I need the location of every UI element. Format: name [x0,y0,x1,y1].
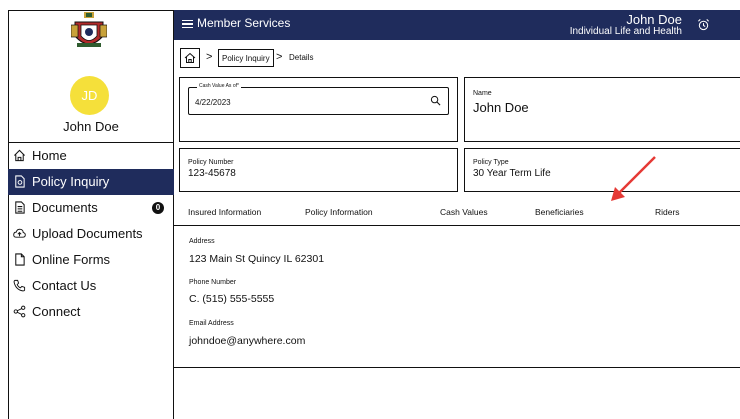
sidebar-item-label: Online Forms [32,252,111,267]
annotation-arrow [611,156,656,201]
sidebar-user-name: John Doe [63,119,119,134]
sidebar-item-contact-us[interactable]: Contact Us [8,273,174,299]
sidebar-item-online-forms[interactable]: Online Forms [8,247,174,273]
sidebar-item-upload-documents[interactable]: Upload Documents [8,221,174,247]
name-card: Name John Doe [464,77,740,142]
sidebar-item-label: Connect [32,304,81,319]
tab-beneficiaries[interactable]: Beneficiaries [535,207,584,217]
home-icon [184,52,196,63]
policy-icon [15,175,25,188]
sidebar-item-label: Contact Us [32,278,97,293]
breadcrumb-details: Details [289,53,314,62]
policy-type-value: 30 Year Term Life [473,168,551,179]
cloud-upload-icon [13,228,26,238]
tab-riders[interactable]: Riders [655,207,680,217]
company-logo [71,12,107,47]
header-product-line: Individual Life and Health [569,26,682,37]
documents-count-badge: 0 [152,202,164,214]
phone-icon [13,279,26,292]
cash-value-label: Cash Value As of* [197,83,241,89]
menu-label: Member Services [197,16,291,30]
sidebar-nav: Home Policy Inquiry Documents 0 Upload D… [8,142,174,325]
breadcrumb-home-button[interactable] [180,48,200,68]
cash-value-date-field[interactable]: Cash Value As of* 4/22/2023 [188,83,449,115]
share-icon [13,305,26,318]
avatar[interactable]: JD [70,76,109,115]
sidebar-item-policy-inquiry[interactable]: Policy Inquiry [8,169,174,195]
policy-type-card: Policy Type 30 Year Term Life [464,148,740,192]
tab-policy-information[interactable]: Policy Information [305,207,373,217]
home-icon [14,149,25,162]
phone-label: Phone Number [189,279,237,286]
phone-value: C. (515) 555-5555 [189,293,275,305]
form-icon [15,253,25,266]
sidebar-item-home[interactable]: Home [8,143,174,169]
sidebar-item-documents[interactable]: Documents 0 [8,195,174,221]
top-header: Member Services John Doe Individual Life… [174,10,740,40]
address-label: Address [189,238,215,245]
content-divider [174,367,740,368]
address-value: 123 Main St Quincy IL 62301 [189,253,325,265]
hamburger-icon [182,18,193,31]
sidebar: JD John Doe Home Policy Inquiry Document… [8,10,174,419]
sidebar-item-label: Upload Documents [32,226,143,241]
tab-cash-values[interactable]: Cash Values [440,207,488,217]
alarm-clock-icon[interactable] [697,18,710,31]
tab-insured-information[interactable]: Insured Information [188,207,261,217]
breadcrumb-policy-inquiry[interactable]: Policy Inquiry [218,49,274,67]
sidebar-item-label: Documents [32,200,98,215]
header-user-name: John Doe [626,12,682,27]
name-label: Name [473,90,492,97]
sidebar-item-label: Home [32,148,67,163]
name-value: John Doe [473,100,529,115]
cash-value-date: 4/22/2023 [195,98,231,107]
header-user[interactable]: John Doe Individual Life and Health [570,12,682,37]
document-icon [15,201,25,214]
sidebar-item-connect[interactable]: Connect [8,299,174,325]
policy-number-label: Policy Number [188,159,234,166]
search-icon[interactable] [430,95,441,106]
breadcrumb-separator: > [206,51,213,63]
policy-number-card: Policy Number 123-45678 [179,148,458,192]
email-value[interactable]: johndoe@anywhere.com [189,335,305,347]
cash-value-card: Cash Value As of* 4/22/2023 [179,77,458,142]
policy-type-label: Policy Type [473,159,509,166]
menu-button[interactable]: Member Services [182,16,290,30]
breadcrumb-separator: > [276,51,283,63]
sidebar-item-label: Policy Inquiry [32,174,110,189]
email-label: Email Address [189,320,234,327]
policy-number-value: 123-45678 [188,168,236,179]
